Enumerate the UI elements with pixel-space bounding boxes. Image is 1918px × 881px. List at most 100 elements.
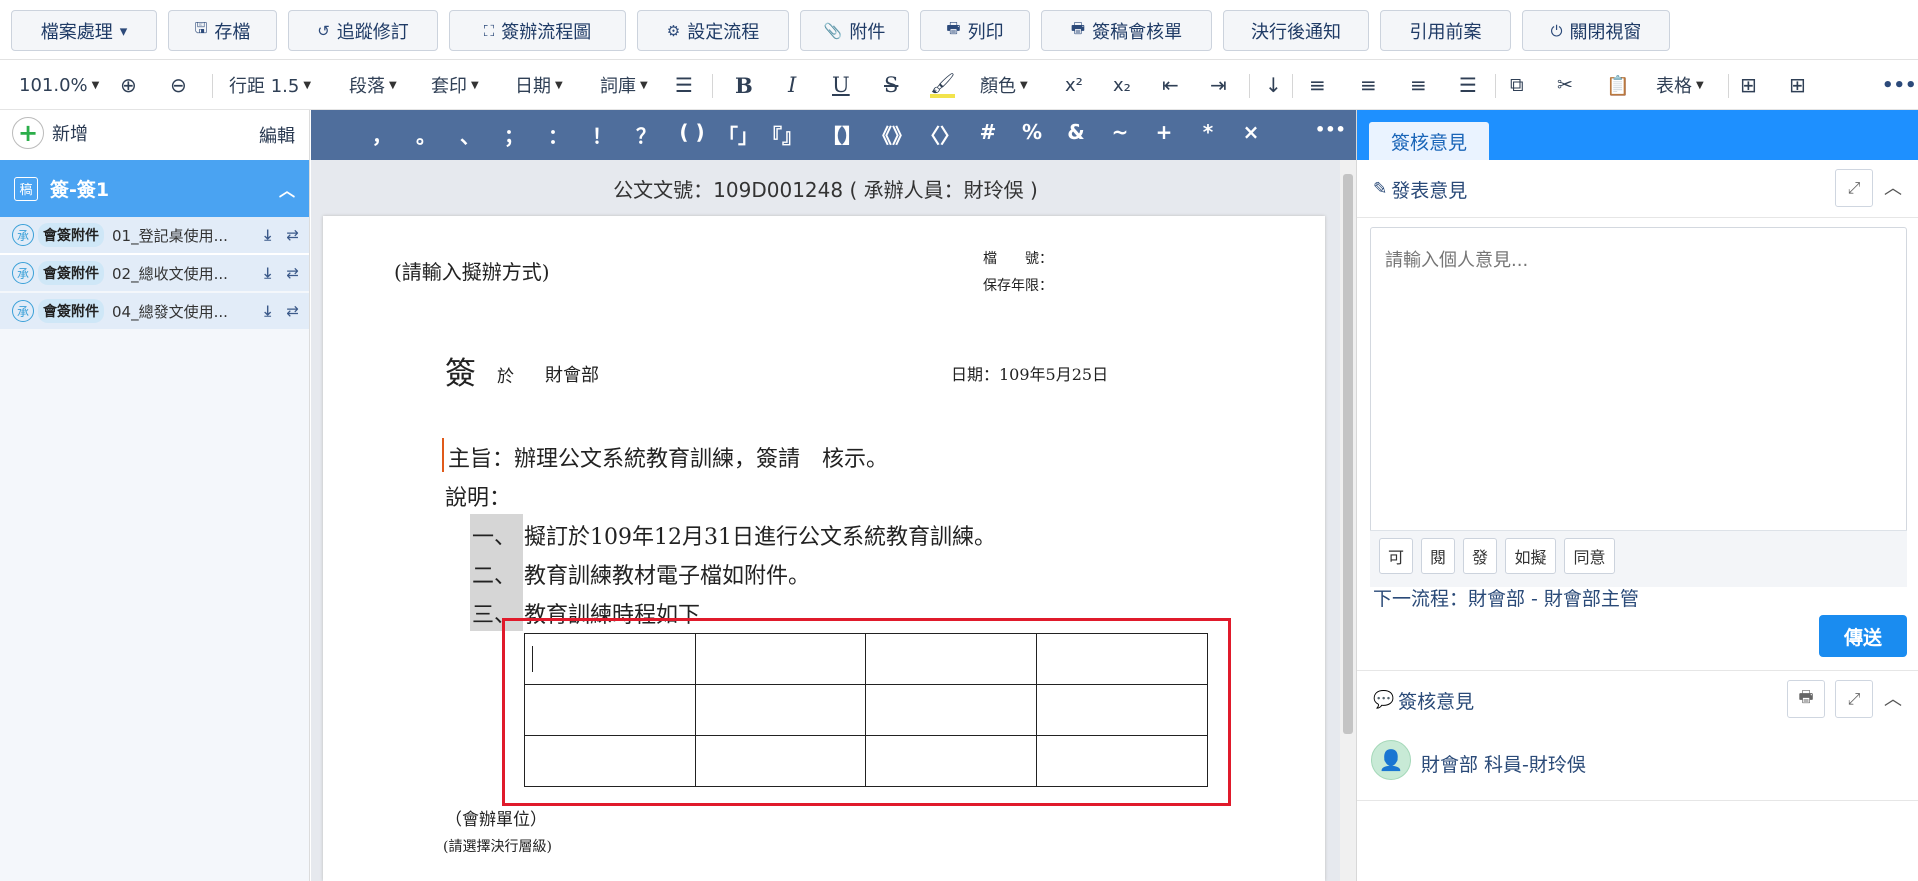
save-button[interactable]: 🖫 存檔	[168, 10, 277, 51]
align-right-icon[interactable]: ≡	[1410, 72, 1427, 98]
quick-phrase-button[interactable]: 發	[1463, 538, 1497, 574]
punct-button[interactable]: 「」	[718, 120, 758, 149]
at-label: 於	[497, 367, 514, 387]
flowchart-button[interactable]: ⛶ 簽辦流程圖	[449, 10, 626, 51]
punct-button[interactable]: 《》	[872, 120, 912, 149]
set-flow-button[interactable]: ⚙ 設定流程	[637, 10, 789, 51]
transfer-icon[interactable]: ⇄	[286, 302, 299, 320]
punct-button[interactable]: 『』	[762, 120, 802, 149]
close-window-button[interactable]: ⏻ 關閉視窗	[1522, 10, 1670, 51]
punct-button[interactable]: ？	[631, 120, 661, 149]
more-icon[interactable]: •••	[1882, 72, 1917, 98]
punct-button[interactable]: ；	[499, 120, 529, 149]
download-icon[interactable]: ⤓	[264, 302, 271, 320]
punct-button[interactable]: ！	[587, 120, 617, 149]
punct-button[interactable]: ：	[543, 120, 573, 149]
align-center-icon[interactable]: ≡	[1360, 72, 1377, 98]
chevron-up-icon[interactable]: ︿	[1884, 174, 1902, 200]
scrollbar[interactable]	[1340, 160, 1356, 881]
opinion-input[interactable]	[1371, 228, 1906, 528]
print-sheet-button[interactable]: 🖶 簽稿會核單	[1041, 10, 1212, 51]
underline-icon[interactable]: U	[832, 72, 850, 98]
list-item[interactable]: 教育訓練教材電子檔如附件。	[524, 558, 810, 590]
punct-button[interactable]: ( )	[672, 120, 712, 144]
italic-icon[interactable]: I	[788, 72, 796, 98]
punct-button[interactable]: #	[973, 120, 1003, 144]
attachment-item[interactable]: 承 會簽附件 04_總發文使用... ⤓ ⇄	[0, 293, 309, 329]
lexicon-select[interactable]: 詞庫 ▼	[600, 72, 648, 98]
paragraph-select[interactable]: 段落 ▼	[349, 72, 397, 98]
subject-line[interactable]: 主旨：辦理公文系統教育訓練，簽請 核示。	[448, 441, 888, 473]
expand-icon[interactable]: ⤢	[1835, 169, 1873, 207]
transfer-icon[interactable]: ⇄	[286, 264, 299, 282]
table-insert-icon[interactable]: ⊞	[1789, 72, 1806, 98]
file-menu-button[interactable]: 檔案處理 ▾	[11, 10, 157, 51]
send-button[interactable]: 傳送	[1819, 615, 1907, 657]
date-select[interactable]: 日期 ▼	[515, 72, 563, 98]
strikethrough-icon[interactable]: S	[884, 72, 898, 98]
punct-button[interactable]: *	[1193, 120, 1223, 144]
paste-icon[interactable]: 📋	[1606, 72, 1630, 98]
punct-button[interactable]: &	[1061, 120, 1091, 144]
zoom-select[interactable]: 101.0% ▼	[19, 72, 99, 98]
attachment-item[interactable]: 承 會簽附件 01_登記桌使用... ⤓ ⇄	[0, 217, 309, 253]
copy-icon[interactable]: ⧉	[1510, 72, 1524, 98]
line-spacing-select[interactable]: 行距 1.5 ▼	[229, 72, 311, 98]
scrollbar-thumb[interactable]	[1343, 174, 1353, 734]
cite-button[interactable]: 引用前案	[1380, 10, 1511, 51]
punct-button[interactable]: +	[1149, 120, 1179, 144]
doc-item-active[interactable]: 稿 簽-簽1 ︿	[0, 160, 309, 217]
tab-review-opinion[interactable]: 簽核意見	[1369, 122, 1489, 160]
punct-button[interactable]: 。	[411, 120, 441, 149]
expand-icon[interactable]: ⤢	[1835, 680, 1873, 718]
download-icon[interactable]: ⤓	[264, 226, 271, 244]
color-select[interactable]: 顏色 ▼	[980, 72, 1028, 98]
notify-button[interactable]: 決行後通知	[1223, 10, 1369, 51]
superscript-icon[interactable]: x²	[1065, 72, 1083, 98]
punct-button[interactable]: 【】	[822, 120, 862, 149]
punct-button[interactable]: 〈〉	[920, 120, 960, 149]
zoom-in-icon[interactable]: ⊕	[120, 72, 137, 98]
quick-phrase-button[interactable]: 如擬	[1505, 538, 1556, 574]
punct-button[interactable]: ×	[1236, 120, 1266, 144]
more-icon[interactable]: •••	[1315, 120, 1346, 139]
stamp-select[interactable]: 套印 ▼	[431, 72, 479, 98]
subscript-icon[interactable]: x₂	[1113, 72, 1131, 98]
punct-button[interactable]: 、	[455, 120, 485, 149]
track-changes-button[interactable]: ↺ 追蹤修訂	[288, 10, 438, 51]
align-left-icon[interactable]: ≡	[1309, 72, 1326, 98]
chevron-up-icon[interactable]: ︿	[279, 177, 295, 201]
list-icon[interactable]: ☰	[675, 72, 693, 98]
arrow-down-icon[interactable]: ↓	[1265, 72, 1282, 98]
cosign-unit-label[interactable]: （會辦單位）	[445, 805, 547, 830]
zoom-out-icon[interactable]: ⊖	[170, 72, 187, 98]
edit-button[interactable]: 編輯	[259, 122, 295, 148]
transfer-icon[interactable]: ⇄	[286, 226, 299, 244]
list-item[interactable]: 擬訂於109年12月31日進行公文系統教育訓練。	[524, 519, 996, 551]
indent-icon[interactable]: ⇥	[1210, 72, 1227, 98]
new-button[interactable]: + 新增	[12, 117, 88, 149]
punct-button[interactable]: %	[1017, 120, 1047, 144]
quick-phrase-button[interactable]: 可	[1379, 538, 1413, 574]
decision-level-label[interactable]: (請選擇決行層級)	[443, 836, 552, 856]
quick-phrase-button[interactable]: 同意	[1564, 538, 1615, 574]
cut-icon[interactable]: ✂	[1557, 72, 1573, 98]
quick-phrase-button[interactable]: 閱	[1421, 538, 1455, 574]
print-button[interactable]: 🖶 列印	[920, 10, 1030, 51]
download-icon[interactable]: ⤓	[264, 264, 271, 282]
bold-icon[interactable]: B	[735, 72, 753, 98]
highlight-brush-icon[interactable]: 🖌	[930, 71, 956, 98]
explain-label[interactable]: 說明：	[445, 480, 511, 512]
draft-icon: 稿	[14, 176, 38, 201]
table-select[interactable]: 表格 ▼	[1656, 72, 1704, 98]
attachment-item[interactable]: 承 會簽附件 02_總收文使用... ⤓ ⇄	[0, 255, 309, 291]
chevron-up-icon[interactable]: ︿	[1884, 685, 1902, 711]
punct-button[interactable]: ，	[367, 120, 397, 149]
printer-icon[interactable]: 🖶	[1787, 680, 1825, 718]
outdent-icon[interactable]: ⇤	[1162, 72, 1179, 98]
table-grid-icon[interactable]: ⊞	[1740, 72, 1757, 98]
attachment-button[interactable]: 📎 附件	[800, 10, 909, 51]
align-justify-icon[interactable]: ☰	[1459, 72, 1477, 98]
punct-button[interactable]: ~	[1105, 120, 1135, 144]
method-placeholder[interactable]: (請輸入擬辦方式)	[394, 256, 550, 285]
